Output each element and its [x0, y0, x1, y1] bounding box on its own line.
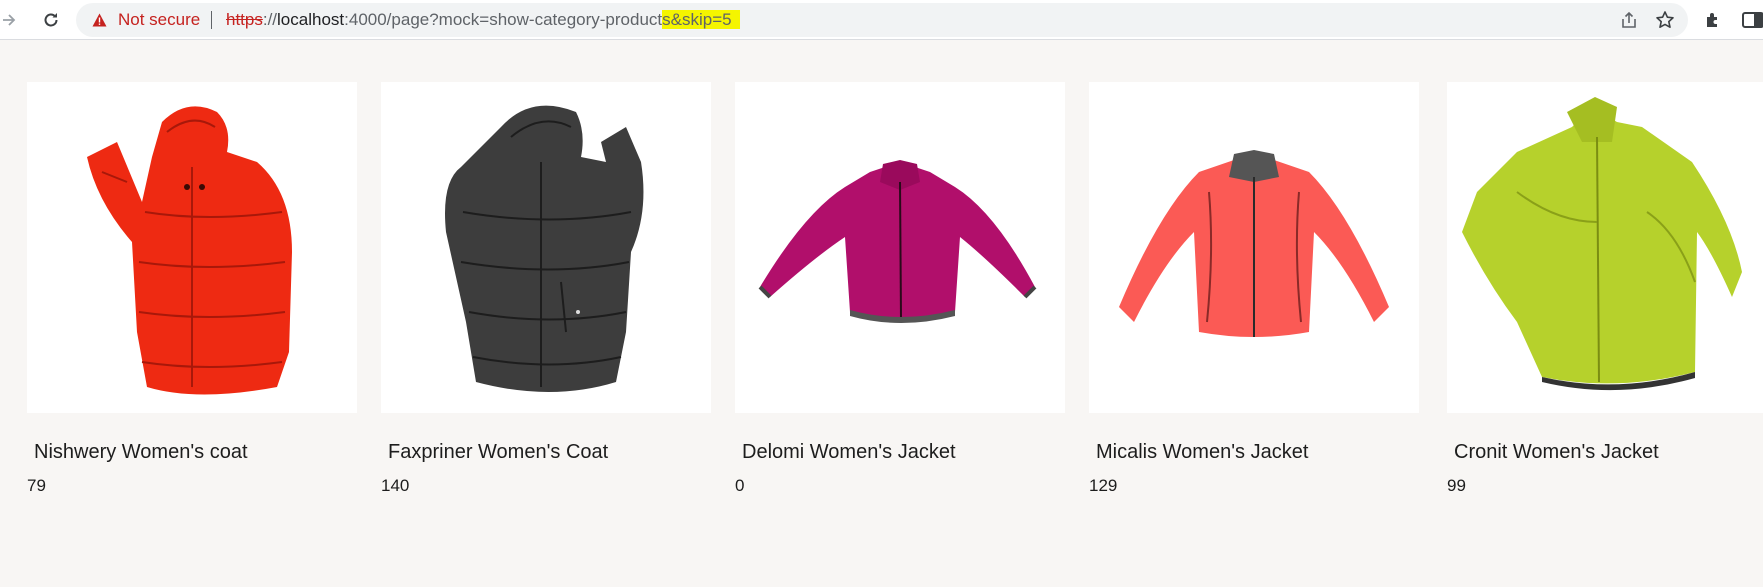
url-path: :4000/page?mock=show-category-product — [344, 10, 663, 29]
url-host: localhost — [277, 10, 345, 29]
product-name[interactable]: Faxpriner Women's Coat — [388, 440, 608, 464]
share-icon[interactable] — [1616, 7, 1642, 33]
product-name[interactable]: Delomi Women's Jacket — [742, 440, 956, 464]
product-image[interactable] — [1447, 82, 1763, 413]
product-price: 99 — [1447, 476, 1466, 495]
product-card[interactable]: Delomi Women's Jacket 0 — [735, 82, 1065, 502]
product-image[interactable] — [735, 82, 1065, 413]
divider — [211, 11, 212, 29]
reload-icon[interactable] — [36, 5, 66, 35]
url-text[interactable]: https://localhost:4000/page?mock=show-ca… — [226, 10, 740, 29]
product-price: 0 — [735, 476, 745, 495]
product-name[interactable]: Nishwery Women's coat — [34, 440, 248, 464]
product-image[interactable] — [27, 82, 357, 413]
url-highlighted: s&skip=5 — [662, 10, 740, 29]
product-price: 129 — [1089, 476, 1118, 495]
product-card[interactable]: Cronit Women's Jacket 99 — [1447, 82, 1763, 502]
warning-icon — [92, 13, 107, 27]
product-name[interactable]: Micalis Women's Jacket — [1096, 440, 1308, 464]
star-icon[interactable] — [1652, 7, 1678, 33]
security-label[interactable]: Not secure — [118, 11, 200, 29]
product-card[interactable]: Micalis Women's Jacket 129 — [1089, 82, 1419, 502]
product-price: 79 — [27, 476, 46, 495]
product-grid: Nishwery Women's coat 79 Faxpriner Women… — [0, 82, 1763, 502]
address-bar[interactable]: Not secure https://localhost:4000/page?m… — [76, 3, 1688, 37]
browser-toolbar: Not secure https://localhost:4000/page?m… — [0, 0, 1763, 40]
product-card[interactable]: Nishwery Women's coat 79 — [27, 82, 357, 502]
product-price: 140 — [381, 476, 410, 495]
product-image[interactable] — [1089, 82, 1419, 413]
url-separator: :// — [262, 10, 278, 29]
extensions-icon[interactable] — [1700, 7, 1726, 33]
forward-icon[interactable] — [0, 9, 18, 31]
product-card[interactable]: Faxpriner Women's Coat 140 — [381, 82, 711, 502]
product-image[interactable] — [381, 82, 711, 413]
side-panel-icon[interactable] — [1742, 7, 1763, 33]
url-scheme: https — [226, 10, 263, 29]
product-name[interactable]: Cronit Women's Jacket — [1454, 440, 1659, 464]
